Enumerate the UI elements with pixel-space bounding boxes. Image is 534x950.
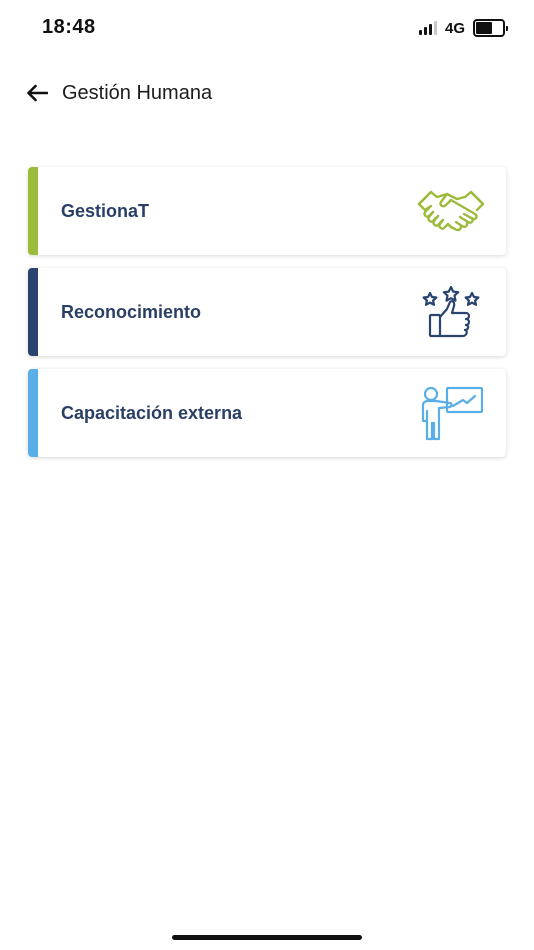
network-type: 4G	[444, 19, 465, 37]
menu-item-label: GestionaT	[61, 200, 150, 221]
page-title: Gestión Humana	[62, 81, 213, 104]
app-header: Gestión Humana	[24, 76, 510, 110]
menu-item-label: Reconocimiento	[61, 301, 202, 322]
menu-item-reconocimiento[interactable]: Reconocimiento	[28, 268, 506, 356]
battery-icon	[473, 19, 508, 37]
arrow-left-icon	[27, 84, 48, 102]
card-accent	[28, 369, 38, 457]
card-accent	[28, 167, 38, 255]
home-indicator[interactable]	[172, 935, 362, 940]
menu-list: GestionaT Reconocimiento Capacitación ex…	[28, 167, 506, 470]
card-accent	[28, 268, 38, 356]
menu-item-gestionat[interactable]: GestionaT	[28, 167, 506, 255]
menu-item-label: Capacitación externa	[61, 402, 243, 423]
thumbs-up-stars-icon	[416, 284, 486, 340]
menu-item-capacitacion-externa[interactable]: Capacitación externa	[28, 369, 506, 457]
handshake-icon	[416, 183, 486, 239]
status-time: 18:48	[42, 16, 96, 38]
status-indicators: 4G	[418, 19, 508, 37]
presenter-board-icon	[416, 385, 486, 441]
cellular-signal-icon	[418, 21, 437, 35]
back-button[interactable]	[24, 80, 50, 106]
status-bar: 18:48 4G	[0, 0, 534, 56]
